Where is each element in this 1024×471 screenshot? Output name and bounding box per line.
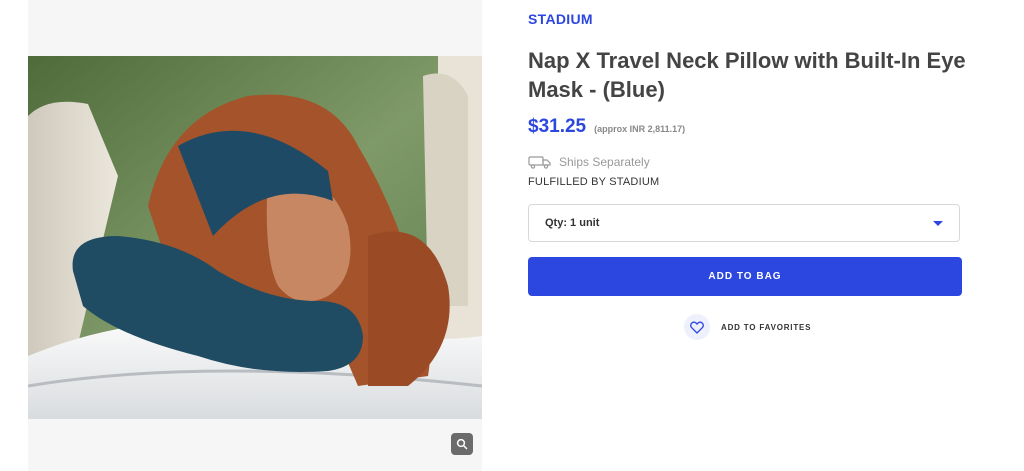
caret-down-icon [933, 220, 943, 226]
product-gallery [28, 0, 482, 471]
heart-icon [690, 321, 704, 334]
shipping-text: Ships Separately [559, 155, 650, 169]
product-title: Nap X Travel Neck Pillow with Built-In E… [528, 48, 966, 102]
product-image[interactable] [28, 56, 482, 419]
favorites-label[interactable]: ADD TO FAVORITES [721, 323, 811, 332]
add-to-bag-button[interactable]: ADD TO BAG [528, 257, 962, 296]
product-price: $31.25 [528, 116, 587, 137]
product-photo-illustration [28, 56, 482, 419]
add-to-favorites[interactable]: ADD TO FAVORITES [684, 314, 811, 340]
brand-link[interactable]: STADIUM [528, 11, 593, 27]
favorite-button[interactable] [684, 314, 710, 340]
zoom-button[interactable] [451, 433, 473, 455]
price-row: $31.25 (approx INR 2,811.17) [528, 116, 685, 138]
shipping-info: Ships Separately [528, 155, 650, 169]
truck-icon [528, 156, 551, 169]
fulfilled-by: FULFILLED BY STADIUM [528, 176, 660, 188]
search-icon [456, 438, 468, 450]
quantity-select[interactable]: Qty: 1 unit [528, 204, 960, 242]
quantity-value: Qty: 1 unit [545, 217, 600, 229]
approx-price: (approx INR 2,811.17) [594, 124, 686, 134]
